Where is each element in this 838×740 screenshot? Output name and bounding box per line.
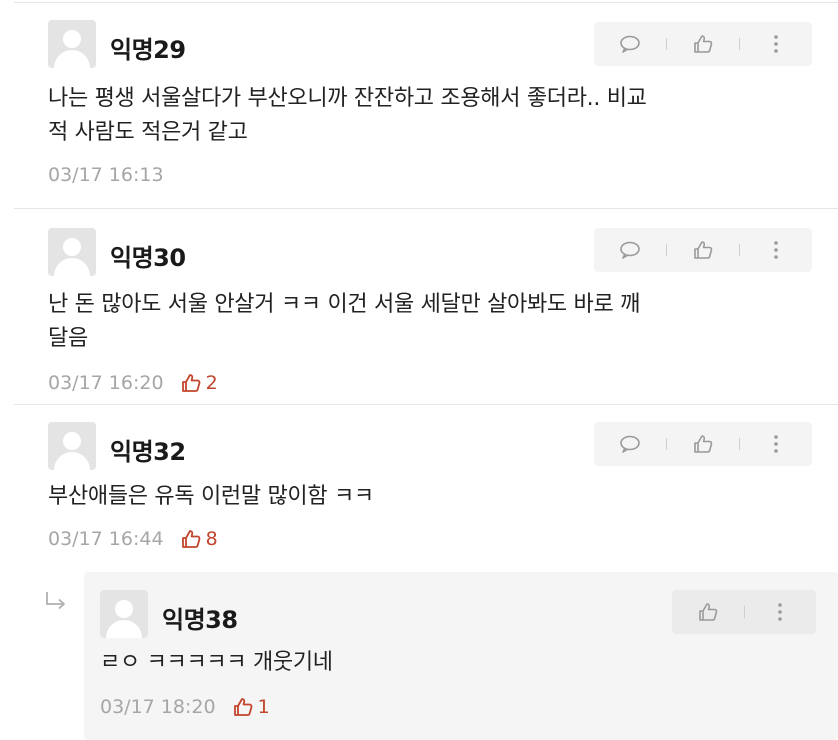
vertical-dots-icon <box>778 603 783 621</box>
comment-actions <box>594 228 812 272</box>
thumbs-up-icon <box>694 241 713 259</box>
speech-bubble-icon <box>620 241 640 259</box>
speech-bubble-icon <box>620 435 640 453</box>
vote-button[interactable] <box>691 595 725 629</box>
comment-nickname: 익명29 <box>110 36 186 64</box>
separator <box>743 606 745 618</box>
reply-item: 익명38 ㄹㅇ ㅋㅋㅋㅋㅋ 개웃기네 03/17 18:20 1 <box>84 572 838 740</box>
comment-meta: 03/17 16:44 8 <box>48 528 218 550</box>
separator <box>666 438 667 450</box>
vertical-dots-icon <box>774 35 778 53</box>
like-count: 8 <box>180 528 218 550</box>
comment-meta: 03/17 16:20 2 <box>48 372 218 394</box>
reply-meta: 03/17 18:20 1 <box>100 696 270 718</box>
more-button[interactable] <box>759 27 793 61</box>
vote-button[interactable] <box>686 427 720 461</box>
like-count-value: 1 <box>257 696 270 718</box>
avatar <box>48 20 96 68</box>
comment-item: 익명32 부산애들은 유독 이런말 많이함 ㅋㅋ 03/17 16:44 8 <box>0 404 838 572</box>
comment-item: 익명30 난 돈 많아도 서울 안살거 ㅋㅋ 이건 서울 세달만 살아봐도 바로… <box>0 208 838 404</box>
like-count: 2 <box>180 372 218 394</box>
more-button[interactable] <box>759 233 793 267</box>
thumbs-up-icon <box>698 603 718 621</box>
comment-text-line: 적 사람도 적은거 같고 <box>48 120 248 145</box>
vertical-dots-icon <box>774 435 778 453</box>
reply-text-line: ㄹㅇ ㅋㅋㅋㅋㅋ 개웃기네 <box>100 650 333 675</box>
comment-text: 부산애들은 유독 이런말 많이함 ㅋㅋ <box>48 480 374 514</box>
vote-button[interactable] <box>686 27 720 61</box>
comment-text-line: 부산애들은 유독 이런말 많이함 ㅋㅋ <box>48 484 374 509</box>
comment-item: 익명29 나는 평생 서울살다가 부산오니까 잔잔하고 조용해서 좋더라.. 비… <box>0 0 838 208</box>
comment-text-line: 난 돈 많아도 서울 안살거 ㅋㅋ 이건 서울 세달만 살아봐도 바로 깨 <box>48 292 641 317</box>
comment-nickname: 익명32 <box>110 438 186 466</box>
comment-actions <box>594 422 812 466</box>
reply-nickname: 익명38 <box>162 606 238 634</box>
comment-text-line: 달음 <box>48 326 88 351</box>
comment-text: 나는 평생 서울살다가 부산오니까 잔잔하고 조용해서 좋더라.. 비교 적 사… <box>48 82 647 150</box>
comment-timestamp: 03/17 16:20 <box>48 372 164 394</box>
vertical-dots-icon <box>774 241 778 259</box>
vote-button[interactable] <box>686 233 720 267</box>
separator <box>739 38 740 50</box>
more-button[interactable] <box>763 595 797 629</box>
comment-timestamp: 03/17 16:44 <box>48 528 164 550</box>
speech-bubble-icon <box>620 35 640 53</box>
thumbs-up-icon <box>181 374 200 392</box>
like-count-value: 8 <box>205 528 218 550</box>
thumbs-up-icon <box>694 35 713 53</box>
reply-button[interactable] <box>613 27 647 61</box>
reply-button[interactable] <box>613 233 647 267</box>
avatar <box>48 228 96 276</box>
reply-actions <box>672 590 816 634</box>
avatar <box>100 590 148 638</box>
separator <box>666 38 667 50</box>
separator <box>739 244 740 256</box>
reply-button[interactable] <box>613 427 647 461</box>
comment-actions <box>594 22 812 66</box>
comment-nickname: 익명30 <box>110 244 186 272</box>
thumbs-up-icon <box>181 530 200 548</box>
separator <box>739 438 740 450</box>
comment-text: 난 돈 많아도 서울 안살거 ㅋㅋ 이건 서울 세달만 살아봐도 바로 깨 달음 <box>48 288 640 356</box>
reply-arrow-icon <box>46 592 65 610</box>
comment-timestamp: 03/17 16:13 <box>48 164 164 186</box>
separator <box>666 244 667 256</box>
thumbs-up-icon <box>233 698 252 716</box>
comment-meta: 03/17 16:13 <box>48 164 164 186</box>
comment-text-line: 나는 평생 서울살다가 부산오니까 잔잔하고 조용해서 좋더라.. 비교 <box>48 86 647 111</box>
like-count-value: 2 <box>205 372 218 394</box>
reply-text: ㄹㅇ ㅋㅋㅋㅋㅋ 개웃기네 <box>100 646 333 680</box>
like-count: 1 <box>232 696 270 718</box>
avatar <box>48 422 96 470</box>
reply-timestamp: 03/17 18:20 <box>100 696 216 718</box>
thumbs-up-icon <box>694 435 713 453</box>
more-button[interactable] <box>759 427 793 461</box>
